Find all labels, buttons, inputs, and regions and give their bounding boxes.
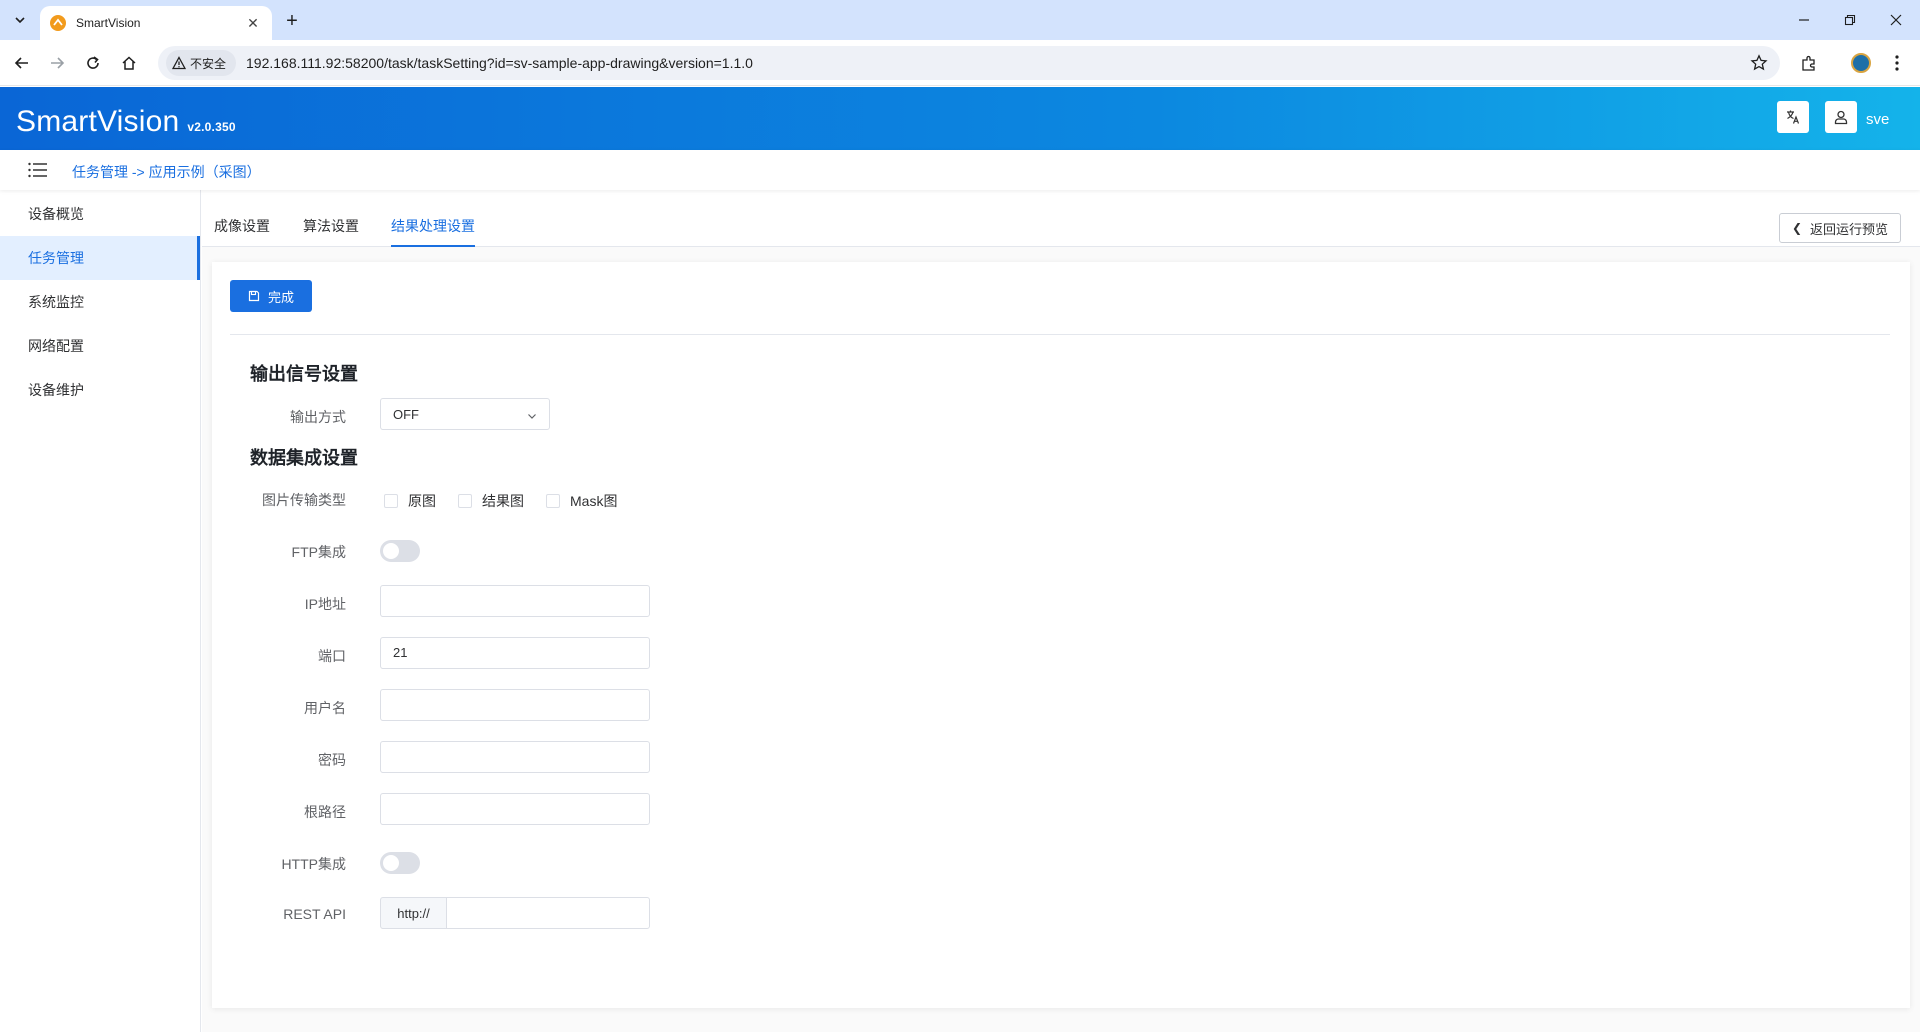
- ftp-integration-label: FTP集成: [291, 544, 346, 560]
- save-icon: [248, 290, 260, 302]
- sidebar-item-task-management[interactable]: 任务管理: [0, 236, 200, 280]
- sidebar-item-system-monitor[interactable]: 系统监控: [0, 280, 200, 324]
- forward-arrow-icon[interactable]: [44, 50, 70, 76]
- brand: SmartVision v2.0.350: [16, 105, 236, 139]
- extensions-icon[interactable]: [1796, 50, 1822, 76]
- language-button[interactable]: [1777, 101, 1809, 133]
- browser-tab[interactable]: SmartVision ✕: [40, 6, 272, 40]
- output-mode-value: OFF: [393, 406, 419, 422]
- chevron-left-icon: ❮: [1791, 221, 1803, 235]
- reload-icon[interactable]: [80, 50, 106, 76]
- user-icon: [1834, 110, 1848, 125]
- new-tab-button[interactable]: +: [280, 9, 304, 33]
- rest-api-prefix: http://: [380, 897, 446, 929]
- restore-icon[interactable]: [1838, 8, 1862, 32]
- browser-menu-icon[interactable]: [1884, 50, 1910, 76]
- port-input[interactable]: 21: [380, 637, 650, 669]
- image-type-checkboxes: 原图 结果图 Mask图: [384, 491, 639, 511]
- version-label: v2.0.350: [187, 120, 236, 134]
- username[interactable]: sve: [1866, 111, 1889, 128]
- insecure-label: 不安全: [190, 56, 227, 71]
- password-label: 密码: [318, 752, 346, 768]
- back-arrow-icon[interactable]: [9, 50, 35, 76]
- checkbox-label: 结果图: [482, 493, 524, 509]
- back-to-preview-button[interactable]: ❮ 返回运行预览: [1779, 213, 1901, 243]
- security-indicator[interactable]: 不安全: [166, 50, 237, 76]
- username-label: 用户名: [304, 700, 346, 716]
- sidebar-item-device-maintenance[interactable]: 设备维护: [0, 368, 200, 412]
- root-path-input[interactable]: [380, 793, 650, 825]
- browser-toolbar: 不安全 192.168.111.92:58200/task/taskSettin…: [0, 40, 1920, 86]
- rest-api-field: http://: [380, 897, 650, 929]
- ip-address-label: IP地址: [304, 596, 346, 612]
- tab-title: SmartVision: [76, 16, 141, 30]
- checkbox-result-image[interactable]: 结果图: [458, 491, 524, 511]
- done-label: 完成: [267, 289, 294, 305]
- breadcrumb[interactable]: 任务管理 -> 应用示例（采图）: [72, 162, 261, 182]
- image-type-label: 图片传输类型: [262, 492, 346, 508]
- root-path-label: 根路径: [304, 804, 346, 820]
- home-icon[interactable]: [116, 50, 142, 76]
- menu-toggle-icon[interactable]: [28, 162, 48, 181]
- tab-imaging-settings[interactable]: 成像设置: [214, 216, 270, 247]
- checkbox-box[interactable]: [384, 494, 398, 508]
- checkbox-box[interactable]: [546, 494, 560, 508]
- app-header: SmartVision v2.0.350 sve: [0, 87, 1920, 150]
- data-integration-section-title: 数据集成设置: [250, 448, 358, 468]
- checkbox-label: Mask图: [570, 493, 618, 509]
- rest-api-label: REST API: [283, 906, 346, 922]
- user-button[interactable]: [1825, 101, 1857, 133]
- browser-tabbar: SmartVision ✕ +: [0, 0, 1920, 40]
- output-mode-label: 输出方式: [290, 409, 346, 425]
- tab-algorithm-settings[interactable]: 算法设置: [303, 216, 359, 247]
- done-button[interactable]: 完成: [230, 280, 312, 312]
- ip-address-input[interactable]: [380, 585, 650, 617]
- port-label: 端口: [318, 648, 346, 664]
- smartvision-favicon-icon: [50, 15, 66, 31]
- output-mode-select[interactable]: OFF: [380, 398, 550, 430]
- output-signal-section-title: 输出信号设置: [250, 364, 358, 384]
- checkbox-original-image[interactable]: 原图: [384, 491, 436, 511]
- brand-name: SmartVision: [16, 105, 180, 138]
- close-tab-icon[interactable]: ✕: [244, 14, 262, 32]
- profile-avatar[interactable]: [1848, 50, 1874, 76]
- settings-card: 完成 输出信号设置 输出方式 OFF 数据集成设置 图片传输类型 原图 结果图 …: [212, 262, 1910, 1008]
- address-bar[interactable]: 不安全 192.168.111.92:58200/task/taskSettin…: [158, 46, 1780, 80]
- breadcrumb-bar: 任务管理 -> 应用示例（采图）: [0, 150, 1920, 190]
- back-to-preview-label: 返回运行预览: [1810, 221, 1889, 237]
- url-text[interactable]: 192.168.111.92:58200/task/taskSetting?id…: [246, 55, 753, 71]
- settings-tabs: 成像设置 算法设置 结果处理设置 ❮ 返回运行预览: [202, 190, 1920, 247]
- divider: [230, 334, 1890, 335]
- http-integration-toggle[interactable]: [380, 852, 420, 874]
- ftp-integration-toggle[interactable]: [380, 540, 420, 562]
- close-window-icon[interactable]: [1884, 8, 1908, 32]
- tab-result-processing-settings[interactable]: 结果处理设置: [391, 216, 475, 247]
- username-input[interactable]: [380, 689, 650, 721]
- sidebar-item-network-config[interactable]: 网络配置: [0, 324, 200, 368]
- checkbox-label: 原图: [408, 493, 436, 509]
- chevron-down-icon: [527, 409, 537, 424]
- http-integration-label: HTTP集成: [281, 856, 346, 872]
- rest-api-input[interactable]: [446, 897, 650, 929]
- sidebar: 设备概览 任务管理 系统监控 网络配置 设备维护: [0, 190, 201, 1032]
- checkbox-box[interactable]: [458, 494, 472, 508]
- main-content: 成像设置 算法设置 结果处理设置 ❮ 返回运行预览 完成 输出信号设置 输出方式…: [202, 190, 1920, 1032]
- warning-icon: [172, 56, 186, 70]
- password-input[interactable]: [380, 741, 650, 773]
- minimize-icon[interactable]: [1792, 8, 1816, 32]
- translate-icon: [1787, 110, 1800, 124]
- sidebar-item-device-overview[interactable]: 设备概览: [0, 192, 200, 236]
- tab-search-icon[interactable]: [8, 8, 32, 32]
- bookmark-star-icon[interactable]: [1750, 54, 1768, 75]
- checkbox-mask-image[interactable]: Mask图: [546, 491, 617, 511]
